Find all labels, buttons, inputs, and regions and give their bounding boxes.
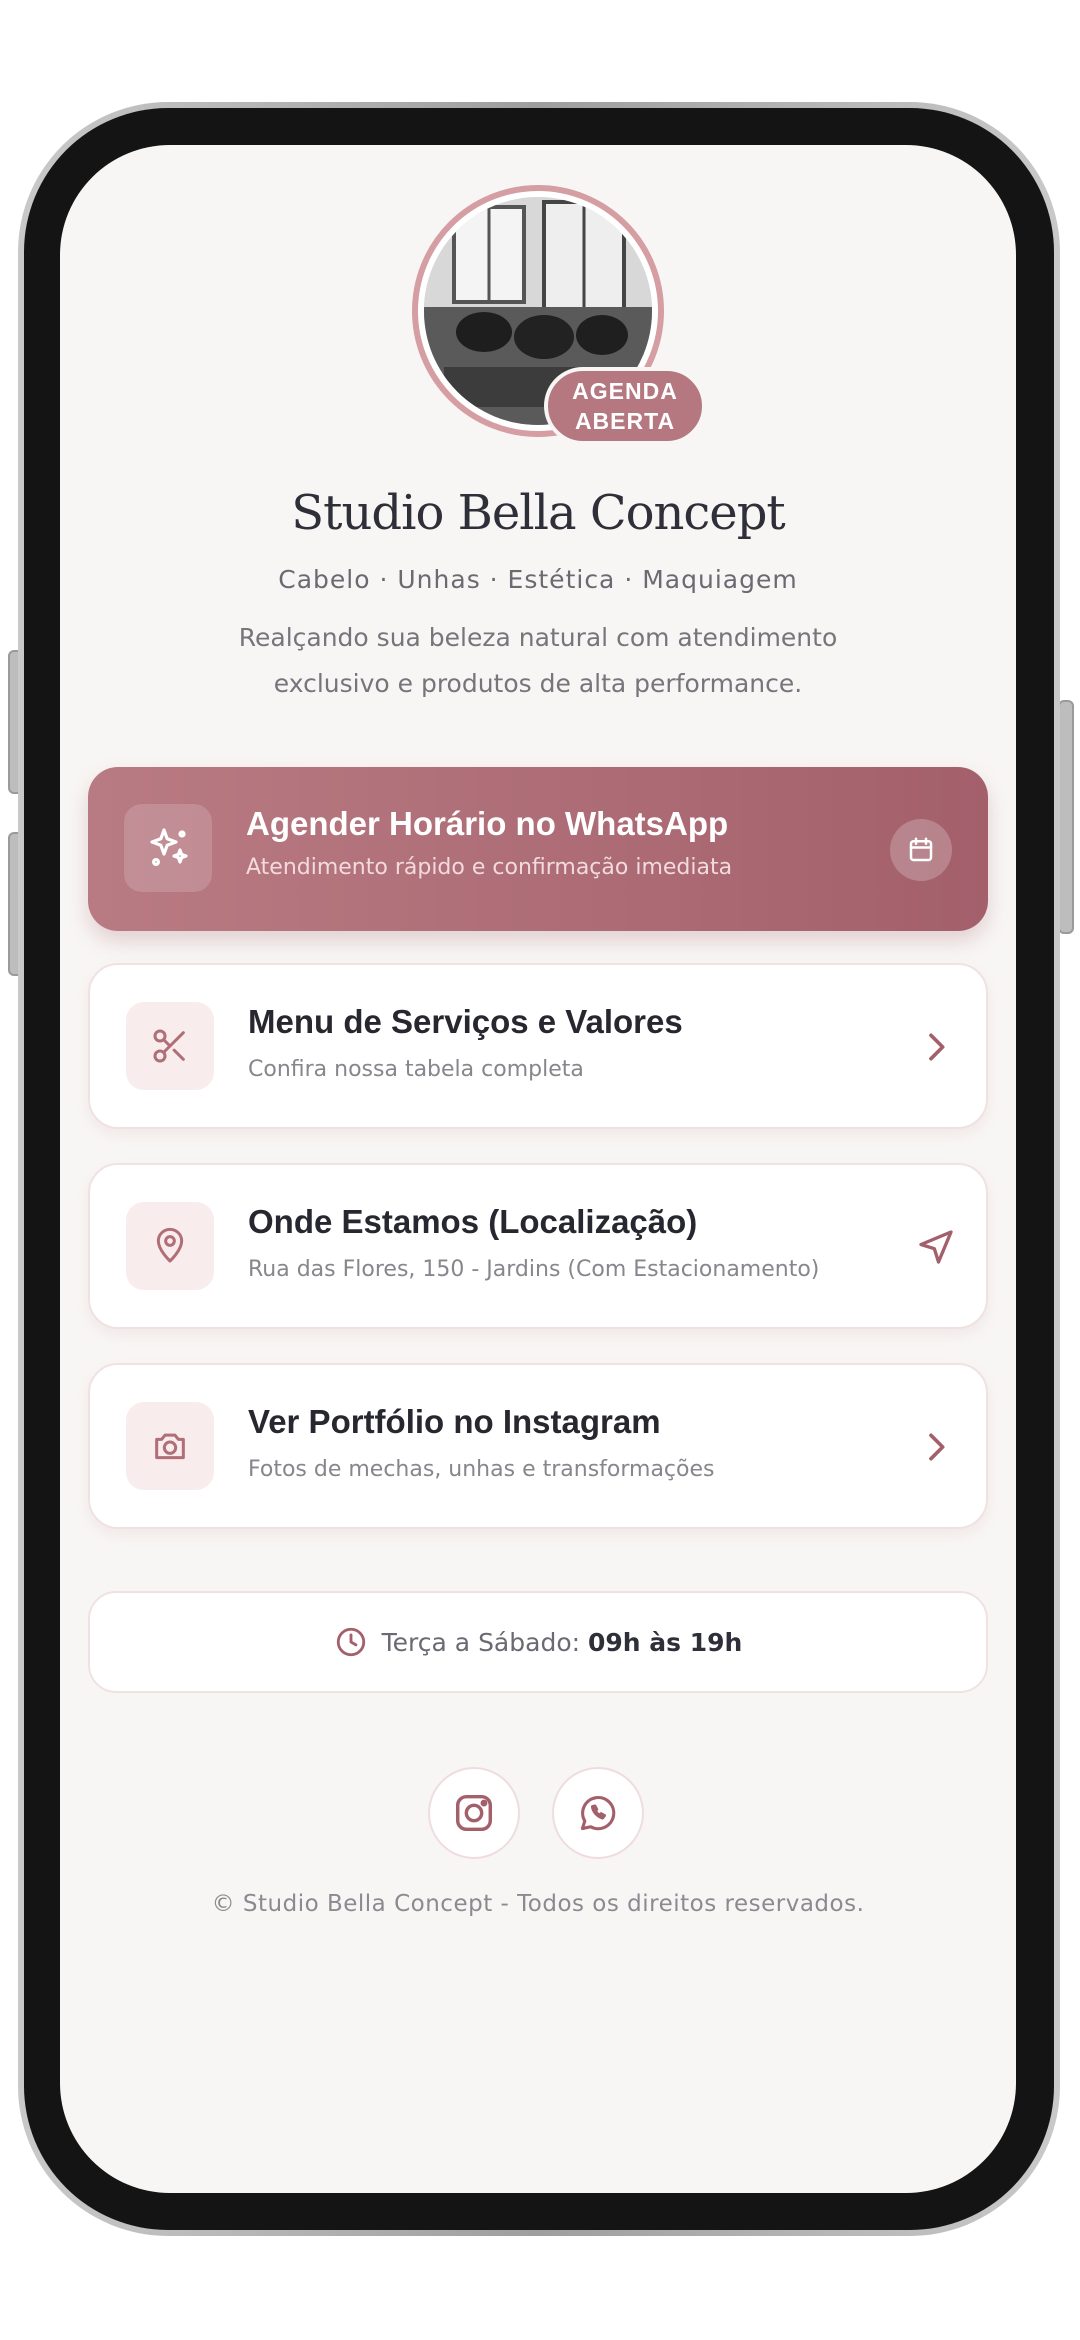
- link-subtitle: Rua das Flores, 150 - Jardins (Com Estac…: [248, 1257, 820, 1282]
- whatsapp-icon: [580, 1795, 616, 1831]
- link-title: Ver Portfólio no Instagram: [248, 1403, 661, 1440]
- map-pin-icon: [126, 1202, 214, 1290]
- status-badge-line1: AGENDA: [572, 378, 678, 404]
- status-badge: AGENDA ABERTA: [544, 367, 706, 445]
- instagram-button[interactable]: [428, 1767, 520, 1859]
- link-title: Agender Horário no WhatsApp: [246, 805, 729, 842]
- location-link[interactable]: Onde Estamos (Localização) Rua das Flore…: [88, 1163, 988, 1329]
- copyright-text: © Studio Bella Concept - Todos os direit…: [211, 1891, 865, 1917]
- calendar-icon: [890, 819, 952, 881]
- instagram-portfolio-link[interactable]: Ver Portfólio no Instagram Fotos de mech…: [88, 1363, 988, 1529]
- camera-icon: [126, 1402, 214, 1490]
- instagram-icon: [455, 1794, 493, 1832]
- services-menu-link[interactable]: Menu de Serviços e Valores Confira nossa…: [88, 963, 988, 1129]
- status-badge-line2: ABERTA: [574, 408, 676, 434]
- link-title: Onde Estamos (Localização): [248, 1203, 698, 1240]
- description-text: Realçando sua beleza natural com atendim…: [238, 623, 838, 698]
- power-button: [1058, 700, 1074, 934]
- link-subtitle: Atendimento rápido e confirmação imediat…: [246, 855, 733, 880]
- link-title: Menu de Serviços e Valores: [248, 1003, 683, 1040]
- chevron-right-icon: [929, 1433, 945, 1461]
- hours-value: 09h às 19h: [588, 1627, 743, 1657]
- opening-hours: Terça a Sábado: 09h às 19h: [88, 1591, 988, 1693]
- sparkles-icon: [124, 804, 212, 892]
- clock-icon: [336, 1627, 365, 1657]
- chevron-right-icon: [929, 1033, 945, 1061]
- whatsapp-button[interactable]: [552, 1767, 644, 1859]
- link-subtitle: Confira nossa tabela completa: [248, 1057, 584, 1082]
- navigation-icon: [919, 1230, 953, 1264]
- link-subtitle: Fotos de mechas, unhas e transformações: [248, 1457, 715, 1482]
- whatsapp-booking-button[interactable]: Agender Horário no WhatsApp Atendimento …: [88, 767, 988, 931]
- scissors-icon: [126, 1002, 214, 1090]
- page-title: Studio Bella Concept: [291, 485, 785, 541]
- hours-label: Terça a Sábado:: [381, 1627, 581, 1657]
- screen: AGENDA ABERTA Studio Bella Concept Cabel…: [60, 145, 1016, 2193]
- categories-text: Cabelo · Unhas · Estética · Maquiagem: [278, 565, 798, 594]
